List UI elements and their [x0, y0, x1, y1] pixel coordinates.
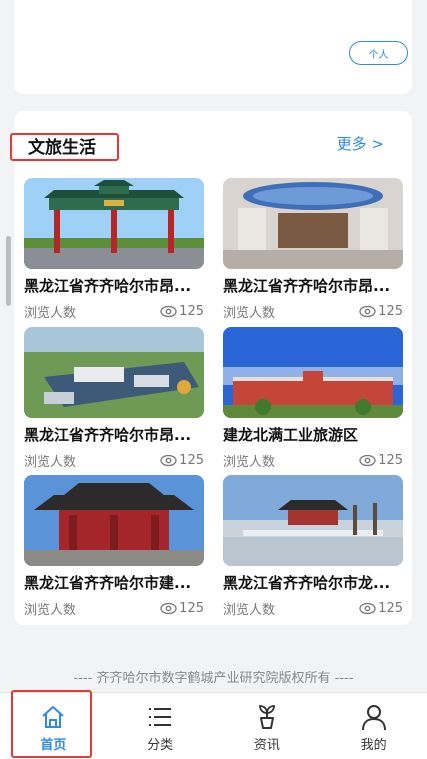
- view-count-value: 125: [378, 453, 403, 468]
- user-icon: [361, 705, 386, 731]
- view-count-value: 125: [179, 601, 204, 616]
- card-title: 黑龙江省齐齐哈尔市龙...: [223, 574, 391, 592]
- scrollbar[interactable]: [6, 236, 11, 306]
- view-count: 125: [160, 304, 204, 319]
- card-meta: 浏览人数 125: [223, 599, 403, 618]
- nav-label: 我的: [360, 738, 387, 753]
- eye-icon: [359, 454, 376, 467]
- views-label: 浏览人数: [24, 603, 77, 618]
- attraction-photo: [223, 327, 403, 418]
- list-icon: [149, 708, 172, 726]
- card-title: 建龙北满工业旅游区: [223, 426, 359, 444]
- attraction-photo: [24, 178, 204, 269]
- nav-item-category[interactable]: 分类: [107, 693, 214, 759]
- eye-icon: [160, 305, 177, 318]
- card-title: 黑龙江省齐齐哈尔市昂...: [223, 277, 391, 295]
- card-title: 黑龙江省齐齐哈尔市昂...: [24, 277, 192, 295]
- card-meta: 浏览人数 125: [24, 302, 204, 321]
- views-label: 浏览人数: [24, 306, 77, 321]
- view-count-value: 125: [378, 304, 403, 319]
- nav-highlight-box: [11, 690, 92, 758]
- attraction-card[interactable]: 黑龙江省齐齐哈尔市昂... 浏览人数 125: [24, 327, 204, 470]
- attraction-card[interactable]: 黑龙江省齐齐哈尔市建... 浏览人数 125: [24, 475, 204, 618]
- view-count-value: 125: [179, 304, 204, 319]
- card-meta: 浏览人数 125: [223, 302, 403, 321]
- card-title: 黑龙江省齐齐哈尔市昂...: [24, 426, 192, 444]
- nav-label: 分类: [147, 738, 174, 753]
- section-title: 文旅生活: [28, 138, 96, 158]
- page: 个人 文旅生活 更多 > 黑龙江省齐齐哈尔市昂... 浏览人数 125 黑龙江省…: [0, 0, 427, 759]
- copyright-text: ---- 齐齐哈尔市数字鹤城产业研究院版权所有 ----: [73, 671, 354, 686]
- views-label: 浏览人数: [223, 455, 276, 470]
- views-label: 浏览人数: [223, 603, 276, 618]
- card-title: 黑龙江省齐齐哈尔市建...: [24, 574, 192, 592]
- attraction-photo: [223, 475, 403, 566]
- view-count: 125: [359, 601, 403, 616]
- eye-icon: [160, 454, 177, 467]
- view-count-value: 125: [179, 453, 204, 468]
- card-meta: 浏览人数 125: [24, 451, 204, 470]
- attraction-card[interactable]: 建龙北满工业旅游区 浏览人数 125: [223, 327, 403, 470]
- plant-icon: [258, 705, 275, 729]
- nav-label: 资讯: [253, 738, 280, 753]
- attraction-card[interactable]: 黑龙江省齐齐哈尔市昂... 浏览人数 125: [24, 178, 204, 321]
- attraction-photo: [24, 475, 204, 566]
- view-count: 125: [359, 304, 403, 319]
- eye-icon: [359, 602, 376, 615]
- personal-tag-button[interactable]: 个人: [349, 41, 408, 65]
- attraction-photo: [223, 178, 403, 269]
- attraction-card[interactable]: 黑龙江省齐齐哈尔市昂... 浏览人数 125: [223, 178, 403, 321]
- view-count: 125: [359, 453, 403, 468]
- eye-icon: [359, 305, 376, 318]
- attraction-card[interactable]: 黑龙江省齐齐哈尔市龙... 浏览人数 125: [223, 475, 403, 618]
- views-label: 浏览人数: [223, 306, 276, 321]
- culture-life-section: 文旅生活 更多 > 黑龙江省齐齐哈尔市昂... 浏览人数 125 黑龙江省齐齐哈…: [10, 111, 412, 625]
- attraction-photo: [24, 327, 204, 418]
- view-count-value: 125: [378, 601, 403, 616]
- card-meta: 浏览人数 125: [24, 599, 204, 618]
- nav-item-news[interactable]: 资讯: [214, 693, 321, 759]
- eye-icon: [160, 602, 177, 615]
- view-count: 125: [160, 601, 204, 616]
- nav-item-mine[interactable]: 我的: [320, 693, 427, 759]
- more-link[interactable]: 更多 >: [337, 133, 384, 154]
- top-card: 个人: [14, 0, 412, 94]
- card-meta: 浏览人数 125: [223, 451, 403, 470]
- views-label: 浏览人数: [24, 455, 77, 470]
- view-count: 125: [160, 453, 204, 468]
